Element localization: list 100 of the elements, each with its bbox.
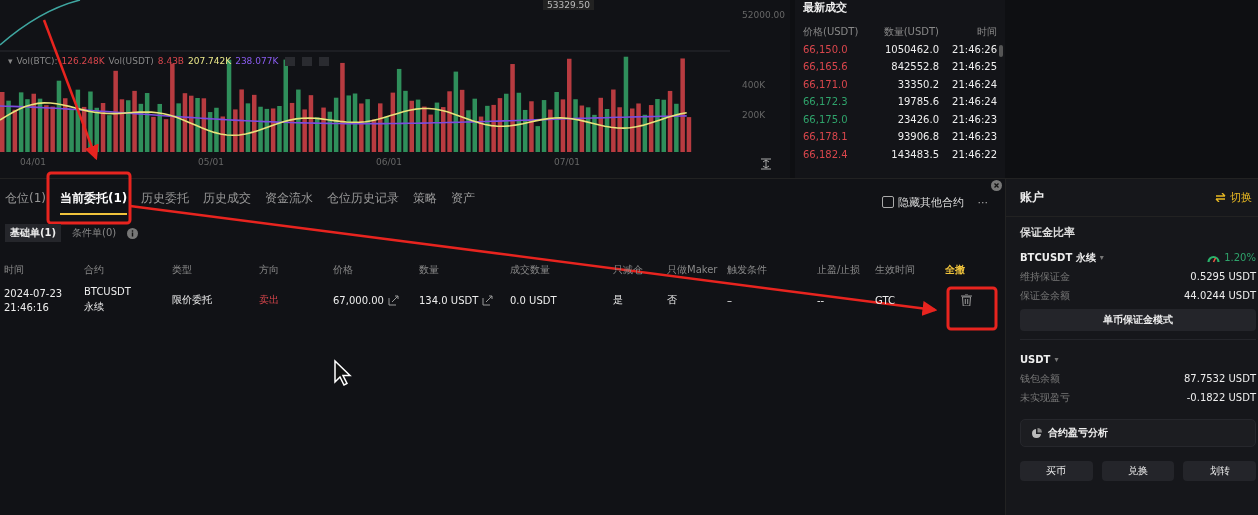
tab[interactable]: 当前委托(1) (60, 189, 128, 215)
date-label: 07/01 (554, 157, 580, 167)
field-label: 钱包余额 (1020, 371, 1060, 386)
column-header: 数量(USDT) (882, 24, 939, 39)
trade-amount: 93906.8 (896, 131, 939, 143)
column-header: 价格 (333, 264, 354, 276)
trade-amount: 1050462.0 (883, 43, 939, 55)
trade-amount: 33350.2 (896, 78, 939, 90)
table-cell-text: -- (817, 294, 826, 306)
order-time: 21:46:16 (4, 301, 49, 313)
trade-price: 66,175.0 (803, 113, 849, 125)
trade-amount: 23426.0 (896, 113, 939, 125)
caret-icon[interactable]: ▾ (1054, 355, 1059, 364)
table-cell-text: 限价委托 (172, 293, 213, 307)
trade-time: 21:46:23 (951, 113, 997, 125)
field-label: 未实现盈亏 (1020, 390, 1070, 405)
table-cell-text: 是 (613, 293, 624, 307)
mouse-cursor-icon (333, 359, 353, 387)
trade-time: 21:46:23 (951, 131, 997, 143)
cancel-all-button[interactable]: 全撤 (945, 264, 1005, 276)
analysis-button[interactable]: 合约盈亏分析 (1020, 419, 1256, 447)
fit-icon (760, 158, 772, 170)
legend-value: 207.742K (188, 56, 232, 66)
table-cell-text: GTC (875, 294, 896, 306)
legend-value: 238.077K (235, 56, 279, 66)
tab[interactable]: 历史成交 (203, 189, 252, 215)
switch-button[interactable]: 切换 (1215, 190, 1252, 205)
trade-time: 21:46:24 (951, 96, 997, 108)
order-date: 2024-07-23 (4, 287, 63, 299)
checkbox-label[interactable]: 隐藏其他合约 (897, 194, 964, 210)
axis-label: 200K (742, 110, 766, 120)
info-icon (127, 227, 139, 239)
contract-type: 永续 (84, 300, 104, 314)
legend-value: 8.43B (157, 56, 185, 66)
trade-time: 21:46:26 (951, 43, 997, 55)
caret-icon[interactable]: ▾ (1099, 253, 1104, 262)
tab[interactable]: 历史委托 (141, 189, 190, 215)
trade-time: 21:46:22 (951, 148, 997, 160)
trade-price: 66,172.3 (803, 96, 849, 108)
margin-mode-button[interactable]: 单币保证金模式 (1020, 309, 1256, 331)
tab[interactable]: 策略 (413, 189, 438, 215)
more-button[interactable]: ··· (977, 195, 988, 209)
trade-amount: 19785.6 (896, 96, 939, 108)
date-label: 05/01 (198, 157, 224, 167)
action-button[interactable]: 划转 (1183, 461, 1256, 481)
column-header: 触发条件 (727, 264, 768, 276)
axis-label: 52000.00 (742, 10, 785, 20)
column-header: 类型 (172, 264, 193, 276)
axis-label: 400K (742, 80, 766, 90)
field-value: -0.1822 USDT (1186, 392, 1256, 403)
table-cell-text: 0.0 USDT (510, 294, 558, 306)
tab[interactable]: 仓位历史记录 (327, 189, 400, 215)
column-header: 方向 (259, 264, 280, 276)
tab[interactable]: 资金流水 (265, 189, 314, 215)
highlight-frame (946, 286, 998, 331)
column-header: 止盈/止损 (817, 264, 862, 276)
subtab[interactable]: 基础单(1) (5, 224, 62, 242)
legend-label: Vol(USDT) (108, 56, 154, 66)
trade-price: 66,165.6 (803, 61, 849, 73)
column-header: 只做Maker (667, 264, 719, 276)
symbol-dropdown[interactable]: BTCUSDT 永续 (1020, 250, 1096, 265)
table-cell-text: – (727, 294, 733, 306)
section-title: 保证金比率 (1020, 225, 1076, 240)
delete-button[interactable] (959, 292, 974, 308)
column-header: 成交数量 (510, 264, 551, 276)
trade-time: 21:46:25 (951, 61, 997, 73)
column-header: 数量 (419, 264, 440, 276)
subtab[interactable]: 条件单(0) (67, 224, 122, 242)
tab[interactable]: 仓位(1) (5, 189, 46, 215)
caret-icon[interactable]: ▾ (8, 56, 13, 66)
panel-title: 账户 (1020, 189, 1044, 206)
field-label: 维持保证金 (1020, 269, 1070, 284)
trade-price: 66,150.0 (803, 43, 849, 55)
column-header: 时间 (4, 264, 25, 276)
trade-price: 66,182.4 (803, 148, 849, 160)
action-button[interactable]: 买币 (1020, 461, 1093, 481)
swap-icon (1215, 193, 1226, 202)
action-button[interactable]: 兑换 (1101, 461, 1175, 481)
date-label: 04/01 (20, 157, 46, 167)
table-cell-text: 卖出 (259, 293, 280, 307)
tab[interactable]: 资产 (451, 189, 476, 215)
trade-amount: 143483.5 (890, 148, 939, 160)
field-label: 保证金余额 (1020, 288, 1070, 303)
panel-title: 最新成交 (803, 0, 848, 15)
margin-ratio: 1.20% (1224, 252, 1256, 263)
price-label: 53329.50 (543, 0, 594, 10)
trade-amount: 842552.8 (890, 61, 939, 73)
legend-label: Vol(BTC): (16, 56, 58, 66)
currency-dropdown[interactable]: USDT (1020, 354, 1051, 365)
table-cell-text: 否 (667, 293, 678, 307)
trade-time: 21:46:24 (951, 78, 997, 90)
scrollbar (999, 45, 1003, 57)
edit-icon (482, 294, 494, 306)
field-value: 0.5295 USDT (1190, 271, 1256, 282)
trade-price: 66,178.1 (803, 131, 849, 143)
column-header: 生效时间 (875, 264, 916, 276)
legend-value: 126.248K (61, 56, 105, 66)
trash-icon (961, 294, 972, 306)
checkbox[interactable] (881, 196, 894, 208)
field-value: 87.7532 USDT (1184, 373, 1256, 384)
